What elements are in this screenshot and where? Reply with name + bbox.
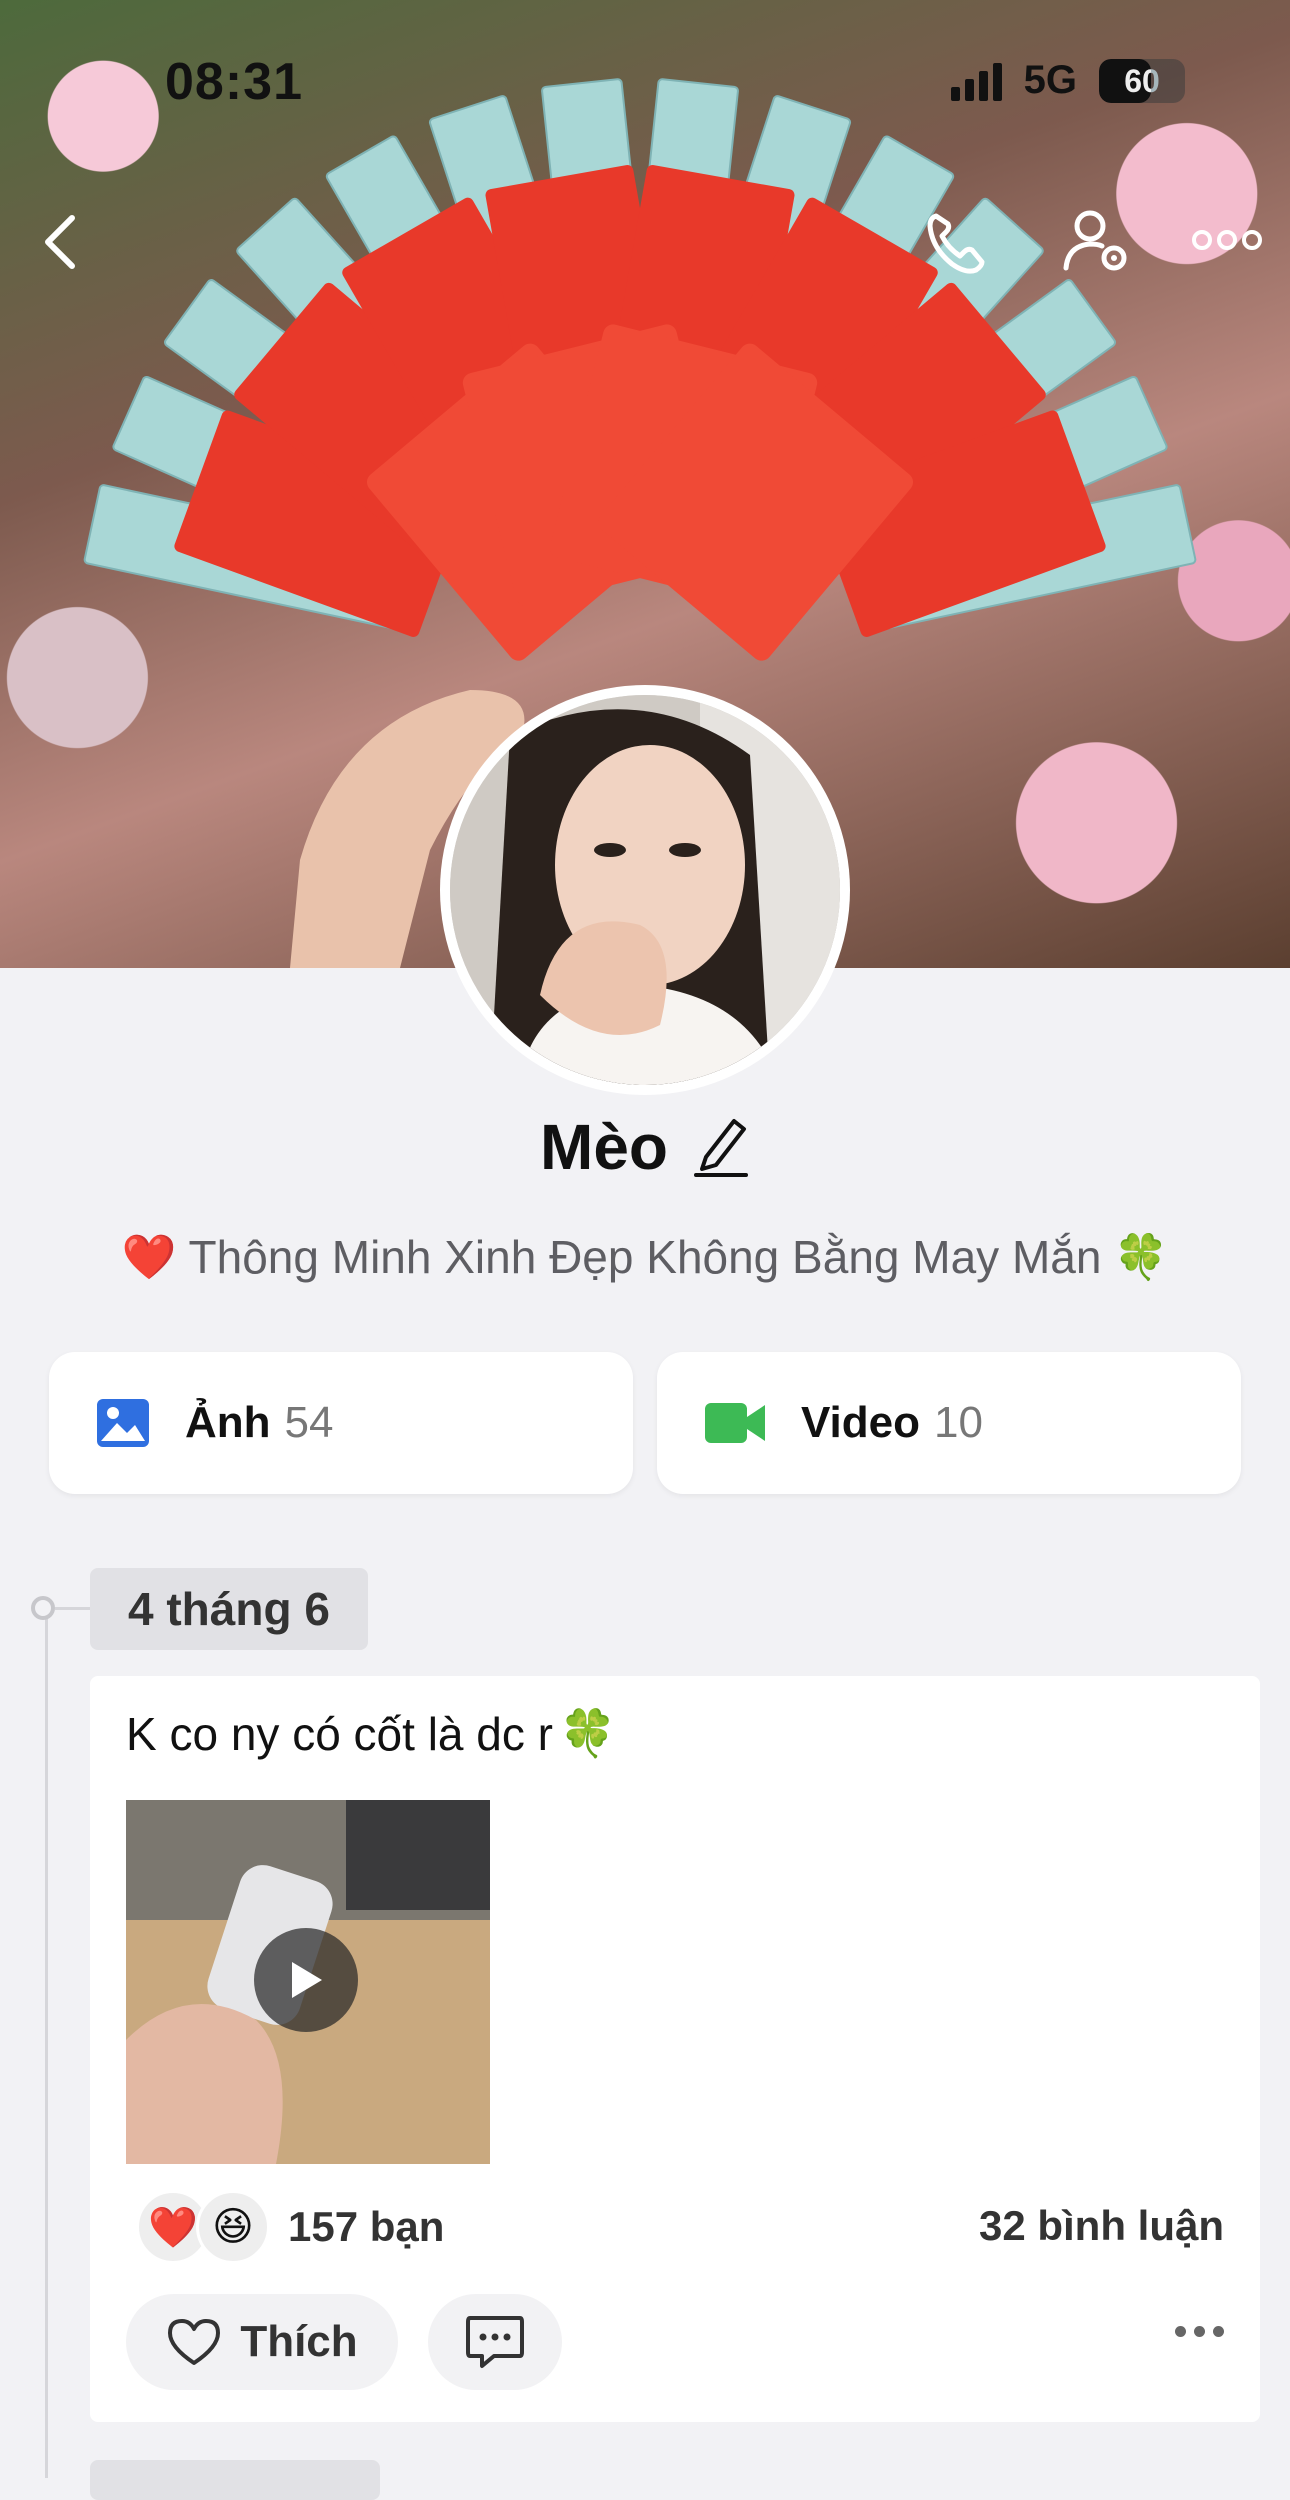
photo-icon [97,1399,149,1447]
more-dot-icon [1213,2326,1224,2337]
phone-icon [927,213,985,274]
clover-emoji-icon: 🍀 [1113,1233,1169,1282]
status-time: 08:31 [165,53,303,111]
profile-name: Mèo [540,1111,668,1183]
more-dot-icon [1175,2326,1186,2337]
timeline-post[interactable]: K co ny có cốt là dc r 🍀 ❤️ 😆 157 bạn 32… [90,1676,1260,2422]
more-options-button[interactable] [1192,228,1262,257]
network-type: 5G [1023,58,1077,102]
edit-name-button[interactable] [692,1113,750,1182]
profile-bio-row: ❤️ Thông Minh Xinh Đẹp Không Bằng May Mắ… [0,1230,1290,1284]
heart-outline-icon [168,2319,221,2365]
videos-card[interactable]: Video 10 [657,1352,1241,1494]
play-button[interactable] [254,1928,358,2032]
avatar-image [450,695,840,1085]
pencil-icon [694,1118,748,1177]
battery-icon: 60 [1099,58,1185,103]
chevron-left-icon [45,215,75,269]
laugh-reaction-icon: 😆 [196,2190,270,2264]
clover-emoji-icon: 🍀 [558,1707,617,1759]
status-bar-right: 5G 60 [950,58,1185,103]
like-button[interactable]: Thích [126,2294,398,2390]
call-button[interactable] [922,208,992,283]
timeline-tick [55,1607,91,1610]
videos-label: Video [801,1398,921,1447]
comments-count[interactable]: 32 bình luận [979,2202,1224,2250]
back-button[interactable] [40,212,80,277]
reactions-count: 157 bạn [288,2203,445,2250]
post-text-row: K co ny có cốt là dc r 🍀 [126,1706,616,1761]
next-timeline-date [90,2460,380,2500]
photos-label: Ảnh [185,1398,271,1447]
battery-level: 60 [1124,62,1160,99]
videos-count: 10 [934,1398,983,1447]
user-settings-icon [1063,210,1127,271]
profile-bio: Thông Minh Xinh Đẹp Không Bằng May Mắn [188,1231,1102,1283]
signal-icon [950,61,1002,101]
like-label: Thích [240,2317,358,2366]
post-text: K co ny có cốt là dc r [126,1707,553,1760]
play-icon [292,1962,322,1998]
post-more-button[interactable] [1175,2326,1224,2337]
photos-count: 54 [284,1398,334,1447]
post-reactions[interactable]: ❤️ 😆 157 bạn [136,2190,444,2264]
more-dot-icon [1194,2326,1205,2337]
comment-bubble-icon [466,2316,524,2368]
timeline-date: 4 tháng 6 [90,1568,368,1650]
post-video-thumbnail[interactable] [126,1800,490,2164]
avatar[interactable] [440,685,850,1095]
timeline-line [45,1608,48,2478]
more-dots-icon [1192,230,1262,250]
heart-emoji-icon: ❤️ [121,1233,177,1282]
profile-settings-button[interactable] [1062,206,1132,281]
video-camera-icon [705,1403,765,1443]
timeline-dot [31,1596,55,1620]
comment-button[interactable] [428,2294,562,2390]
photos-card[interactable]: Ảnh 54 [49,1352,633,1494]
profile-name-row: Mèo [0,1110,1290,1184]
